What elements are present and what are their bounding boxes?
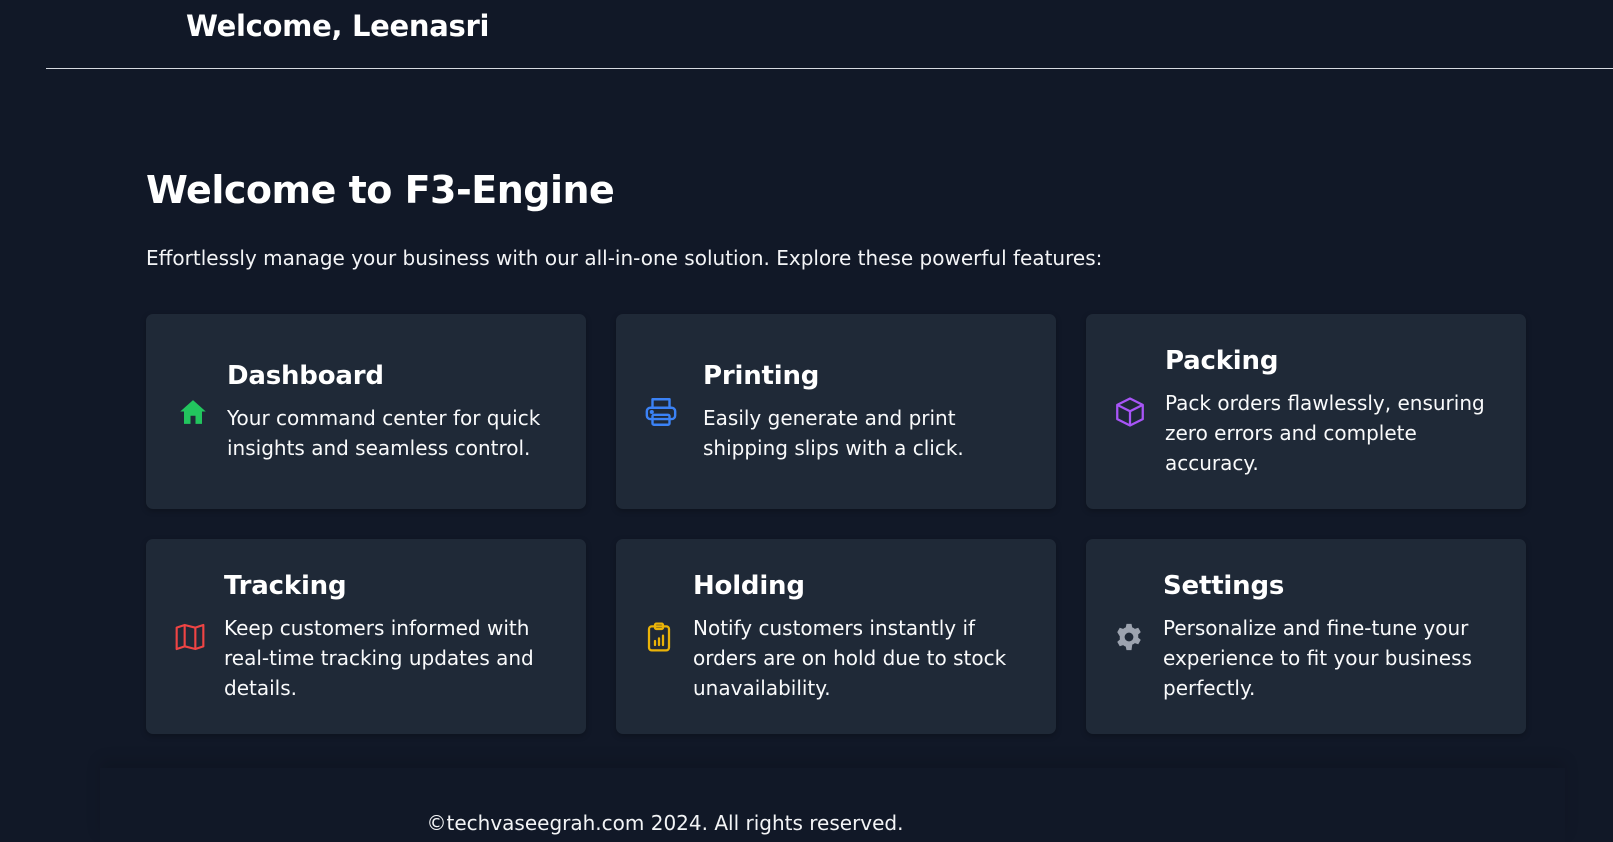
feature-title: Printing (703, 360, 820, 391)
feature-title: Tracking (224, 570, 347, 601)
page: Welcome, Leenasri Welcome to F3-Engine E… (0, 0, 1613, 842)
gear-icon (1112, 620, 1146, 654)
feature-description: Your command center for quick insights a… (227, 405, 541, 460)
box-icon (1113, 395, 1147, 429)
feature-description: Keep customers informed with real-time t… (224, 615, 534, 700)
feature-description: Personalize and fine-tune your experienc… (1163, 615, 1472, 700)
page-title: Welcome to F3-Engine (146, 168, 615, 212)
clipboard-chart-icon (642, 620, 676, 654)
feature-card-tracking[interactable]: Tracking Keep customers informed with re… (146, 539, 586, 734)
feature-description: Notify customers instantly if orders are… (693, 615, 1007, 700)
feature-card-settings[interactable]: Settings Personalize and fine-tune your … (1086, 539, 1526, 734)
feature-title: Holding (693, 570, 805, 601)
welcome-greeting: Welcome, Leenasri (186, 9, 490, 43)
feature-card-holding[interactable]: Holding Notify customers instantly if or… (616, 539, 1056, 734)
intro-text: Effortlessly manage your business with o… (146, 246, 1103, 270)
top-bar: Welcome, Leenasri (46, 0, 1613, 69)
feature-title: Dashboard (227, 360, 384, 391)
printer-icon (644, 395, 678, 429)
feature-card-packing[interactable]: Packing Pack orders flawlessly, ensuring… (1086, 314, 1526, 509)
feature-title: Settings (1163, 570, 1285, 601)
feature-card-printing[interactable]: Printing Easily generate and print shipp… (616, 314, 1056, 509)
footer-copyright: ©techvaseegrah.com 2024. All rights rese… (426, 811, 904, 835)
feature-card-dashboard[interactable]: Dashboard Your command center for quick … (146, 314, 586, 509)
feature-description: Easily generate and print shipping slips… (703, 405, 964, 460)
map-icon (173, 620, 207, 654)
home-icon (176, 395, 210, 429)
feature-description: Pack orders flawlessly, ensuring zero er… (1165, 390, 1485, 475)
feature-title: Packing (1165, 345, 1279, 376)
